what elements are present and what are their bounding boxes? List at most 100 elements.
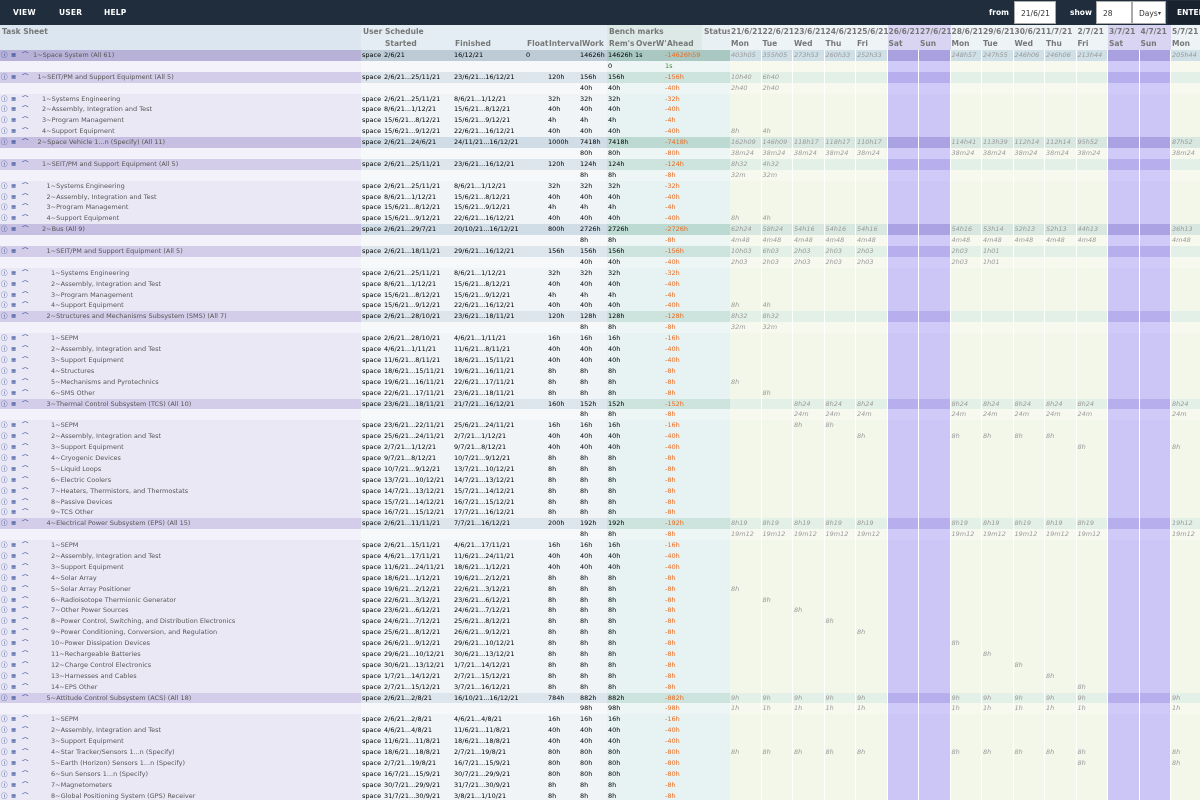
day-cell[interactable] — [887, 344, 919, 355]
link-icon[interactable]: ⌒ — [22, 541, 29, 550]
day-cell[interactable] — [730, 365, 762, 377]
link-icon[interactable]: ⌒ — [22, 225, 29, 234]
day-column-header[interactable]: 30/6/21 Wed — [1013, 25, 1046, 50]
day-cell[interactable]: 246h06 — [1045, 50, 1077, 61]
day-cell[interactable] — [1076, 354, 1108, 366]
day-cell[interactable]: 8h19 — [950, 518, 982, 530]
day-cell[interactable]: 113h39 — [982, 137, 1014, 149]
day-cell[interactable] — [824, 213, 856, 225]
day-cell[interactable] — [1171, 289, 1200, 301]
day-cell[interactable] — [1139, 50, 1171, 61]
day-cell[interactable] — [887, 202, 919, 214]
day-cell[interactable] — [1013, 627, 1045, 639]
day-cell[interactable] — [887, 300, 919, 312]
day-cell[interactable] — [982, 681, 1014, 693]
day-cell[interactable] — [1108, 387, 1140, 399]
table-row[interactable]: ⓘ ≣ ⌒ 4~Support Equipment space 15/6/21...9/1… — [0, 126, 1200, 138]
day-cell[interactable] — [1013, 420, 1045, 432]
day-cell[interactable] — [1171, 507, 1200, 519]
day-cell[interactable] — [1076, 191, 1108, 203]
day-cell[interactable] — [824, 725, 856, 737]
task-name-cell[interactable]: ⓘ ≣ ⌒ 2~Space Vehicle 1...n (Specify) (All … — [0, 137, 361, 148]
day-cell[interactable] — [1045, 583, 1077, 595]
day-cell[interactable] — [950, 768, 982, 780]
day-cell[interactable] — [982, 202, 1014, 214]
link-icon[interactable]: ⌒ — [22, 737, 29, 746]
info-icon[interactable]: ⓘ — [1, 421, 8, 430]
day-cell[interactable] — [1013, 115, 1045, 127]
day-cell[interactable] — [887, 191, 919, 203]
day-cell[interactable] — [824, 474, 856, 486]
day-cell[interactable] — [1076, 289, 1108, 301]
day-cell[interactable]: 2h03 — [793, 246, 825, 257]
day-cell[interactable] — [793, 496, 825, 508]
day-cell[interactable] — [919, 311, 951, 323]
day-cell[interactable] — [761, 333, 793, 345]
link-icon[interactable]: ⌒ — [22, 127, 29, 136]
day-cell[interactable] — [919, 267, 951, 279]
day-cell[interactable] — [824, 681, 856, 693]
day-cell[interactable]: 8h — [730, 376, 762, 388]
day-column-header[interactable]: 2/7/21 Fri — [1076, 25, 1108, 50]
day-cell[interactable] — [1108, 714, 1140, 726]
day-cell[interactable] — [1139, 137, 1171, 149]
day-cell[interactable] — [1076, 659, 1108, 671]
day-cell[interactable] — [1108, 452, 1140, 464]
day-cell[interactable] — [730, 267, 762, 279]
link-icon[interactable]: ⌒ — [22, 781, 29, 790]
day-cell[interactable]: 19m12 — [730, 529, 762, 541]
info-icon[interactable]: ⓘ — [1, 683, 8, 692]
task-name-cell[interactable]: ⓘ ≣ ⌒ 2~Assembly, Integration and Test — [0, 551, 361, 562]
info-icon[interactable]: ⓘ — [1, 400, 8, 409]
day-cell[interactable] — [1139, 692, 1171, 704]
day-cell[interactable] — [730, 387, 762, 399]
day-cell[interactable] — [887, 409, 919, 421]
day-cell[interactable]: 1h — [856, 703, 888, 715]
day-cell[interactable] — [761, 191, 793, 203]
day-cell[interactable] — [919, 256, 951, 268]
day-cell[interactable] — [1108, 648, 1140, 660]
day-cell[interactable] — [793, 387, 825, 399]
day-cell[interactable]: 8h — [761, 387, 793, 399]
day-cell[interactable] — [1045, 790, 1077, 800]
day-cell[interactable] — [982, 289, 1014, 301]
day-cell[interactable]: 2h03 — [950, 246, 982, 257]
day-cell[interactable] — [1045, 354, 1077, 366]
day-cell[interactable]: 8h — [856, 747, 888, 758]
day-cell[interactable] — [761, 344, 793, 355]
day-cell[interactable] — [982, 638, 1014, 649]
day-cell[interactable] — [824, 180, 856, 192]
link-icon[interactable]: ⌒ — [22, 465, 29, 474]
day-cell[interactable] — [761, 463, 793, 475]
day-cell[interactable] — [950, 550, 982, 562]
day-cell[interactable] — [1108, 779, 1140, 791]
task-name-cell[interactable]: ⓘ ≣ ⌒ 2~Structures and Mechanisms Subsystem… — [0, 311, 361, 322]
day-cell[interactable] — [919, 757, 951, 769]
summary-row[interactable]: 80h 80h -80h 38m24 38m24 38m24 38m24 38m24 38m24… — [0, 148, 1200, 159]
header-started[interactable]: Started — [385, 39, 417, 48]
table-row[interactable]: ⓘ ≣ ⌒ 2~Assembly, Integration and Test space… — [0, 104, 1200, 116]
day-cell[interactable] — [1045, 387, 1077, 399]
day-cell[interactable] — [1108, 256, 1140, 268]
link-icon[interactable]: ⌒ — [22, 606, 29, 615]
day-cell[interactable] — [1171, 605, 1200, 617]
day-cell[interactable] — [1013, 474, 1045, 486]
day-cell[interactable] — [1171, 387, 1200, 399]
day-cell[interactable] — [1139, 768, 1171, 780]
table-row[interactable]: ⓘ ≣ ⌒ 1~Space System (All 61) space 2/6/21 16/… — [0, 50, 1200, 61]
day-cell[interactable] — [856, 550, 888, 562]
day-cell[interactable] — [856, 605, 888, 617]
menu-icon[interactable]: ≣ — [11, 519, 16, 528]
day-cell[interactable] — [824, 757, 856, 769]
day-cell[interactable] — [1171, 71, 1200, 83]
task-name-cell[interactable]: ⓘ ≣ ⌒ 5~Earth (Horizon) Sensors 1...n (Spec… — [0, 758, 361, 769]
day-cell[interactable] — [1013, 246, 1045, 257]
task-name-cell[interactable]: ⓘ ≣ ⌒ 6~SMS Other — [0, 388, 361, 399]
info-icon[interactable]: ⓘ — [1, 214, 8, 223]
day-cell[interactable] — [982, 267, 1014, 279]
day-cell[interactable] — [856, 126, 888, 138]
task-name-cell[interactable]: ⓘ ≣ ⌒ 13~Harnesses and Cables — [0, 671, 361, 682]
info-icon[interactable]: ⓘ — [1, 280, 8, 289]
task-name-cell[interactable]: ⓘ ≣ ⌒ 1~Systems Engineering — [0, 94, 361, 105]
day-cell[interactable] — [1171, 594, 1200, 606]
